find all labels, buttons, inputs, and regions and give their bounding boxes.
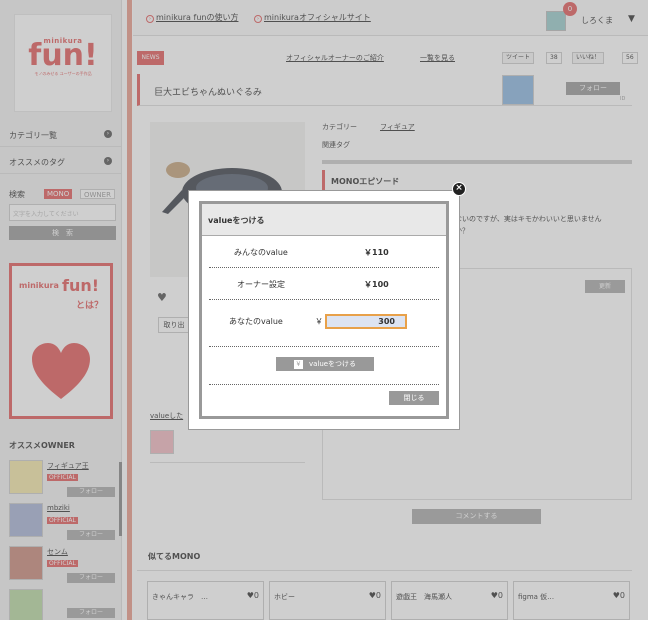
modal-header: valueをつける bbox=[202, 204, 446, 236]
everyone-value-row: みんなのvalue ￥110 bbox=[209, 237, 439, 268]
value-modal-inner: valueをつける みんなのvalue ￥110 オーナー設定 ￥100 あなた… bbox=[199, 201, 449, 419]
owner-value: ￥100 bbox=[364, 280, 389, 289]
yen-sign: ￥ bbox=[315, 317, 323, 326]
owner-value-row: オーナー設定 ￥100 bbox=[209, 268, 439, 300]
close-icon[interactable]: × bbox=[452, 182, 466, 196]
value-modal: valueをつける みんなのvalue ￥110 オーナー設定 ￥100 あなた… bbox=[188, 190, 460, 430]
button-row bbox=[209, 347, 439, 385]
everyone-value-label: みんなのvalue bbox=[234, 248, 288, 257]
everyone-value: ￥110 bbox=[364, 248, 389, 257]
value-input[interactable]: 300 bbox=[325, 314, 407, 329]
owner-value-label: オーナー設定 bbox=[237, 280, 285, 289]
close-button[interactable]: 閉じる bbox=[389, 391, 439, 405]
modal-title: valueをつける bbox=[208, 216, 265, 225]
your-value-label: あなたのvalue bbox=[229, 317, 283, 326]
